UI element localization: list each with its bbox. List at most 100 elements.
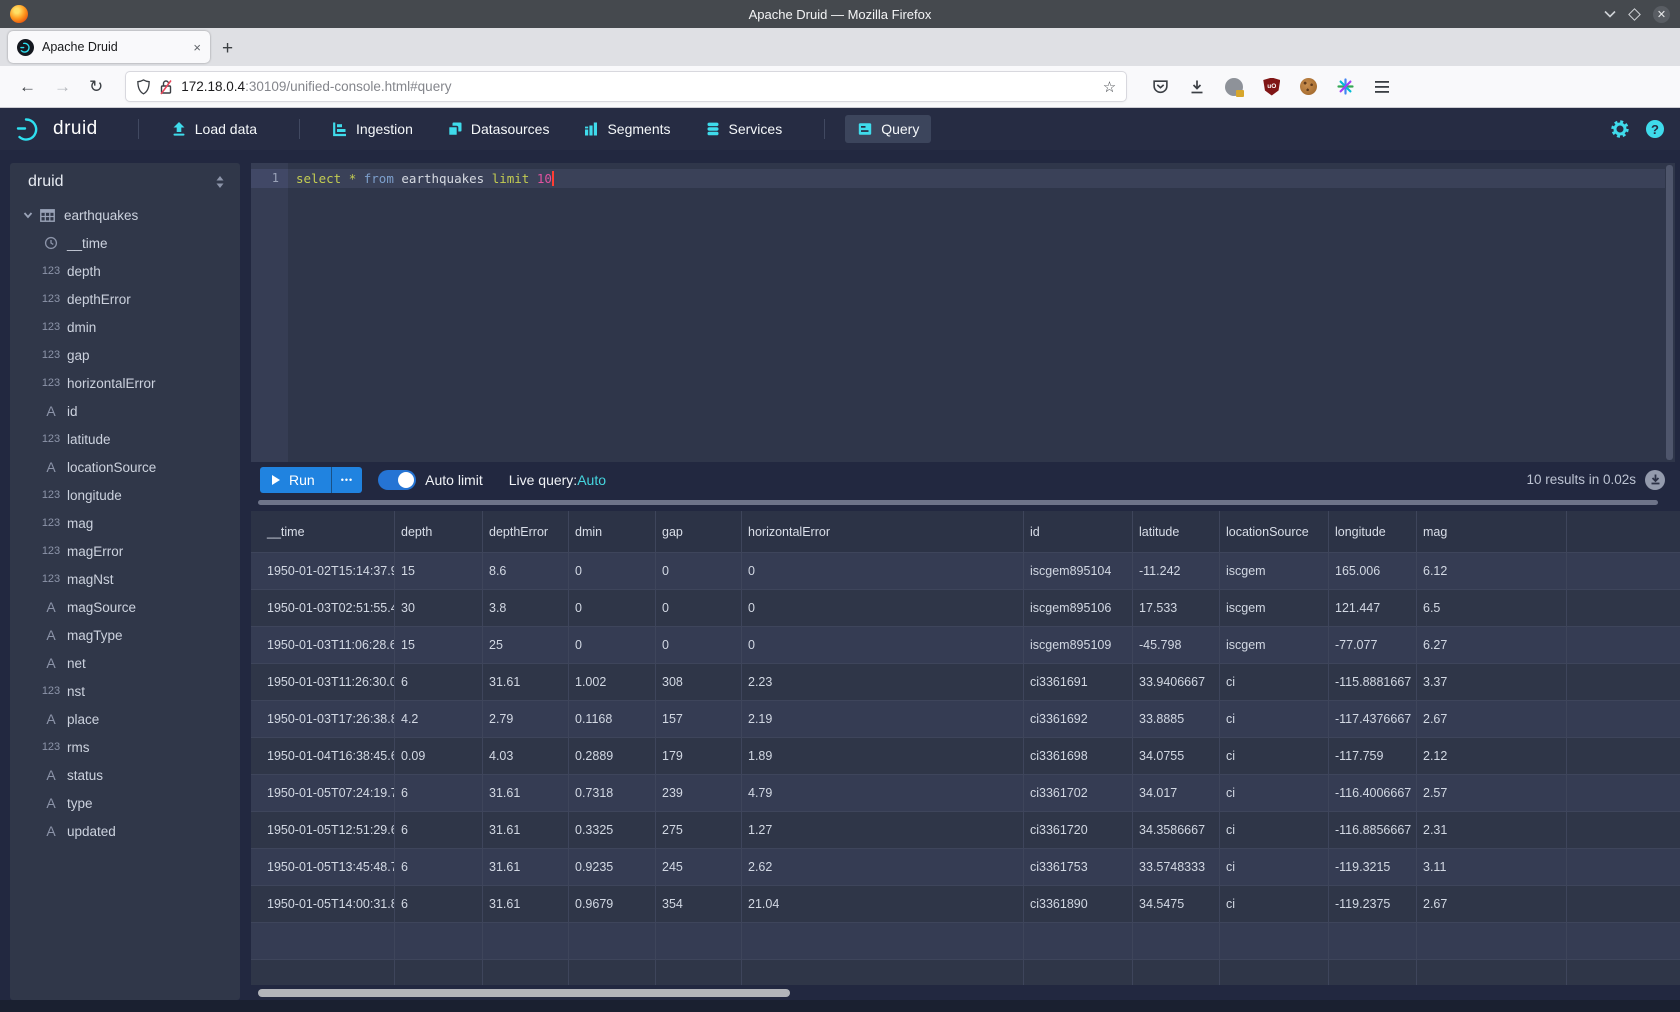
cell[interactable]: 0 bbox=[742, 590, 1024, 626]
cell[interactable]: ci3361692 bbox=[1024, 701, 1133, 737]
cell[interactable]: ci bbox=[1220, 664, 1329, 700]
cell[interactable]: -117.4376667 bbox=[1329, 701, 1417, 737]
column-header[interactable]: dmin bbox=[569, 511, 656, 552]
column-header[interactable]: horizontalError bbox=[742, 511, 1024, 552]
cell[interactable]: 34.017 bbox=[1133, 775, 1220, 811]
cell[interactable]: 1.89 bbox=[742, 738, 1024, 774]
cell[interactable]: 275 bbox=[656, 812, 742, 848]
cell[interactable]: ci bbox=[1220, 738, 1329, 774]
sidebar-item-magSource[interactable]: AmagSource bbox=[10, 593, 240, 621]
cell[interactable]: -119.3215 bbox=[1329, 849, 1417, 885]
sidebar-item-id[interactable]: Aid bbox=[10, 397, 240, 425]
cell[interactable]: 2.31 bbox=[1417, 812, 1567, 848]
cell[interactable]: 0 bbox=[569, 553, 656, 589]
cell[interactable]: ci bbox=[1220, 886, 1329, 922]
sidebar-item-latitude[interactable]: 123latitude bbox=[10, 425, 240, 453]
cell[interactable]: 33.8885 bbox=[1133, 701, 1220, 737]
cell[interactable]: 4.03 bbox=[483, 738, 569, 774]
cell[interactable]: ci3361698 bbox=[1024, 738, 1133, 774]
cell[interactable]: iscgem bbox=[1220, 627, 1329, 663]
column-header[interactable]: __time bbox=[251, 511, 395, 552]
cell[interactable]: 0 bbox=[656, 590, 742, 626]
cell[interactable]: 31.61 bbox=[483, 812, 569, 848]
cell[interactable]: -116.8856667 bbox=[1329, 812, 1417, 848]
sidebar-item-locationSource[interactable]: AlocationSource bbox=[10, 453, 240, 481]
column-header[interactable]: depthError bbox=[483, 511, 569, 552]
cell[interactable]: 3.8 bbox=[483, 590, 569, 626]
cell[interactable]: 245 bbox=[656, 849, 742, 885]
cookie-extension-icon[interactable] bbox=[1300, 78, 1317, 95]
cell[interactable]: 1950-01-05T14:00:31.860Z bbox=[251, 886, 395, 922]
cell[interactable]: 354 bbox=[656, 886, 742, 922]
asterisk-extension-icon[interactable] bbox=[1337, 78, 1354, 95]
run-more-button[interactable]: ••• bbox=[331, 467, 362, 493]
cell[interactable]: 1950-01-03T17:26:38.860Z bbox=[251, 701, 395, 737]
cell[interactable]: 1.002 bbox=[569, 664, 656, 700]
sidebar-item-status[interactable]: Astatus bbox=[10, 761, 240, 789]
cell[interactable]: -11.242 bbox=[1133, 553, 1220, 589]
sidebar-item-__time[interactable]: __time bbox=[10, 229, 240, 257]
cell[interactable]: -116.4006667 bbox=[1329, 775, 1417, 811]
cell[interactable]: 33.9406667 bbox=[1133, 664, 1220, 700]
nav-item-segments[interactable]: Segments bbox=[571, 115, 682, 143]
sidebar-item-type[interactable]: Atype bbox=[10, 789, 240, 817]
cell[interactable]: 239 bbox=[656, 775, 742, 811]
forward-button[interactable]: → bbox=[54, 77, 71, 97]
sidebar-item-nst[interactable]: 123nst bbox=[10, 677, 240, 705]
cell[interactable]: 1950-01-05T13:45:48.730Z bbox=[251, 849, 395, 885]
cell[interactable]: -117.759 bbox=[1329, 738, 1417, 774]
query-text[interactable]: select * from earthquakes limit 10 bbox=[296, 169, 554, 188]
sidebar-item-mag[interactable]: 123mag bbox=[10, 509, 240, 537]
sidebar-item-net[interactable]: Anet bbox=[10, 649, 240, 677]
cell[interactable]: 6 bbox=[395, 664, 483, 700]
cell[interactable]: 179 bbox=[656, 738, 742, 774]
query-editor[interactable]: 1 select * from earthquakes limit 10 bbox=[251, 163, 1675, 462]
cell[interactable]: ci3361720 bbox=[1024, 812, 1133, 848]
download-results-icon[interactable] bbox=[1645, 470, 1665, 490]
cell[interactable]: ci bbox=[1220, 701, 1329, 737]
cell[interactable]: ci3361890 bbox=[1024, 886, 1133, 922]
sidebar-item-earthquakes[interactable]: earthquakes bbox=[10, 201, 240, 229]
sidebar-item-place[interactable]: Aplace bbox=[10, 705, 240, 733]
cell[interactable]: 0 bbox=[569, 627, 656, 663]
cell[interactable]: 34.5475 bbox=[1133, 886, 1220, 922]
extension-privacy-icon[interactable] bbox=[1225, 78, 1243, 96]
cell[interactable]: 15 bbox=[395, 627, 483, 663]
cell[interactable]: 0.9679 bbox=[569, 886, 656, 922]
sidebar-item-gap[interactable]: 123gap bbox=[10, 341, 240, 369]
cell[interactable]: -119.2375 bbox=[1329, 886, 1417, 922]
cell[interactable]: 2.57 bbox=[1417, 775, 1567, 811]
cell[interactable]: 21.04 bbox=[742, 886, 1024, 922]
cell[interactable]: 25 bbox=[483, 627, 569, 663]
window-shade-icon[interactable] bbox=[1604, 10, 1616, 18]
cell[interactable]: iscgem895109 bbox=[1024, 627, 1133, 663]
cell[interactable]: ci3361691 bbox=[1024, 664, 1133, 700]
sidebar-item-magNst[interactable]: 123magNst bbox=[10, 565, 240, 593]
downloads-icon[interactable] bbox=[1189, 79, 1205, 95]
pocket-icon[interactable] bbox=[1152, 79, 1169, 95]
cell[interactable]: 15 bbox=[395, 553, 483, 589]
nav-item-ingestion[interactable]: Ingestion bbox=[320, 115, 425, 143]
cell[interactable]: 2.19 bbox=[742, 701, 1024, 737]
sort-double-caret-icon[interactable] bbox=[214, 175, 226, 189]
cell[interactable]: 0.9235 bbox=[569, 849, 656, 885]
browser-tab[interactable]: Apache Druid × bbox=[8, 31, 210, 63]
cell[interactable]: -45.798 bbox=[1133, 627, 1220, 663]
cell[interactable]: 6.12 bbox=[1417, 553, 1567, 589]
cell[interactable]: 0 bbox=[742, 627, 1024, 663]
cell[interactable]: 0 bbox=[742, 553, 1024, 589]
sidebar-item-longitude[interactable]: 123longitude bbox=[10, 481, 240, 509]
cell[interactable]: iscgem bbox=[1220, 590, 1329, 626]
cell[interactable]: 2.67 bbox=[1417, 701, 1567, 737]
cell[interactable]: 4.2 bbox=[395, 701, 483, 737]
reload-button[interactable]: ↻ bbox=[89, 77, 103, 97]
sidebar-item-dmin[interactable]: 123dmin bbox=[10, 313, 240, 341]
sidebar-item-horizontalError[interactable]: 123horizontalError bbox=[10, 369, 240, 397]
cell[interactable]: 33.5748333 bbox=[1133, 849, 1220, 885]
cell[interactable]: 308 bbox=[656, 664, 742, 700]
cell[interactable]: 6 bbox=[395, 775, 483, 811]
cell[interactable]: ci bbox=[1220, 775, 1329, 811]
cell[interactable]: 0 bbox=[569, 590, 656, 626]
sidebar-item-magError[interactable]: 123magError bbox=[10, 537, 240, 565]
sidebar-item-rms[interactable]: 123rms bbox=[10, 733, 240, 761]
